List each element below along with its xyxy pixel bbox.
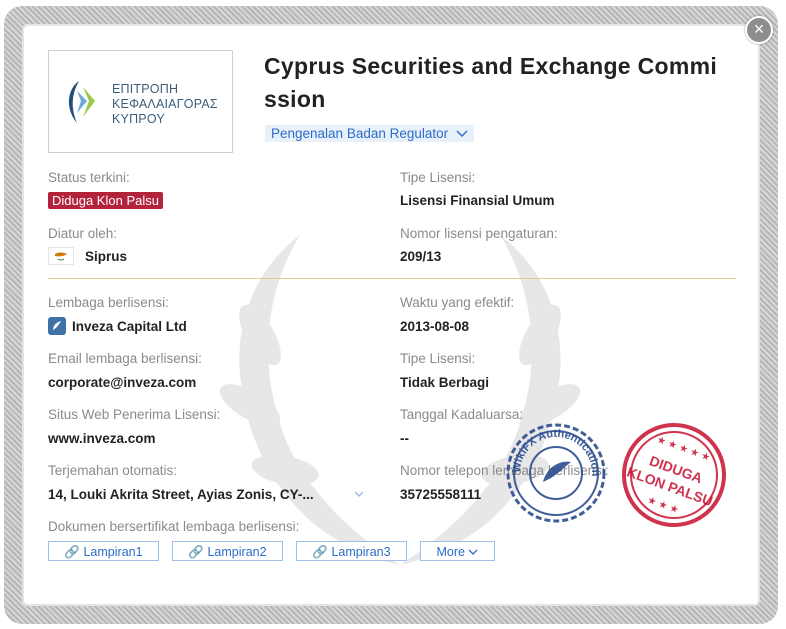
regulated-by-label: Diatur oleh: (48, 226, 118, 241)
expiry-label: Tanggal Kadaluarsa: (400, 407, 524, 422)
auto-translation-label: Terjemahan otomatis: (48, 463, 178, 478)
chevron-down-icon (456, 130, 468, 137)
address-value: 14, Louki Akrita Street, Ayias Zonis, CY… (48, 487, 314, 502)
license-type-label: Tipe Lisensi: (400, 170, 476, 185)
institution-email-value: corporate@inveza.com (48, 375, 197, 390)
status-badge: Diduga Klon Palsu (48, 192, 163, 209)
licensed-institution-value[interactable]: Inveza Capital Ltd (72, 319, 187, 334)
page-title: Cyprus Securities and Exchange Commi ssi… (264, 53, 718, 112)
attachment-1-label: Lampiran1 (83, 545, 143, 559)
status-label: Status terkini: (48, 170, 130, 185)
svg-text:★ ★ ★: ★ ★ ★ (646, 495, 680, 516)
attachment-3-button[interactable]: 🔗 Lampiran3 (296, 541, 407, 561)
regulator-intro-dropdown[interactable]: Pengenalan Badan Regulator (265, 125, 474, 142)
licensed-institution-label: Lembaga berlisensi: (48, 295, 169, 310)
license-type2-label: Tipe Lisensi: (400, 351, 476, 366)
attachment-2-label: Lampiran2 (207, 545, 267, 559)
more-attachments-button[interactable]: More (420, 541, 495, 561)
regulator-logo-text: ΕΠΙΤΡΟΠΗ ΚΕΦΑΛΑΙΑΓΟΡΑΣ ΚΥΠΡΟΥ (112, 82, 218, 126)
attachment-2-button[interactable]: 🔗 Lampiran2 (172, 541, 283, 561)
link-icon: 🔗 (312, 545, 328, 559)
website-label: Situs Web Penerima Lisensi: (48, 407, 221, 422)
institution-icon (48, 317, 66, 335)
link-icon: 🔗 (64, 545, 80, 559)
license-type-value: Lisensi Finansial Umum (400, 193, 555, 208)
link-icon: 🔗 (188, 545, 204, 559)
effective-time-value: 2013-08-08 (400, 319, 470, 334)
authentication-stamp: WikiFX Authentication (506, 423, 606, 523)
expand-address-chevron-icon[interactable] (354, 491, 364, 498)
license-type2-value: Tidak Berbagi (400, 375, 490, 390)
regulator-logo: ΕΠΙΤΡΟΠΗ ΚΕΦΑΛΑΙΑΓΟΡΑΣ ΚΥΠΡΟΥ (48, 50, 233, 153)
regulatory-license-no-value: 209/13 (400, 249, 442, 264)
more-label: More (436, 545, 465, 559)
section-divider (48, 278, 736, 279)
documents-label: Dokumen bersertifikat lembaga berlisensi… (48, 519, 300, 534)
attachment-3-label: Lampiran3 (331, 545, 391, 559)
regulated-by-value: Siprus (85, 249, 128, 264)
chevron-down-icon (469, 549, 478, 555)
effective-time-label: Waktu yang efektif: (400, 295, 515, 310)
clone-warning-stamp: ★ ★ ★ ★ ★ DIDUGA KLON PALSU ★ ★ ★ (622, 423, 726, 527)
regulator-intro-label: Pengenalan Badan Regulator (271, 126, 449, 141)
regulatory-license-no-label: Nomor lisensi pengaturan: (400, 226, 558, 241)
expiry-value: -- (400, 431, 409, 446)
phone-value: 35725558111 (400, 487, 482, 502)
attachment-1-button[interactable]: 🔗 Lampiran1 (48, 541, 159, 561)
regulator-emblem-icon (68, 81, 95, 123)
website-value[interactable]: www.inveza.com (48, 431, 156, 446)
close-button[interactable]: × (745, 16, 773, 44)
institution-email-label: Email lembaga berlisensi: (48, 351, 202, 366)
cyprus-flag-icon (48, 247, 74, 265)
